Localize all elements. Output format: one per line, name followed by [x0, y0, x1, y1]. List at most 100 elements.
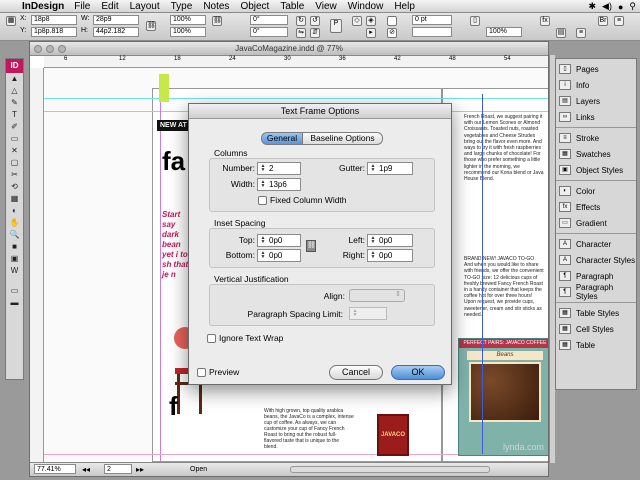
apply-color-icon[interactable]: W: [6, 265, 23, 277]
bridge-icon[interactable]: Br: [598, 16, 608, 26]
scale-y-field[interactable]: 100%: [170, 27, 206, 37]
pencil-tool-icon[interactable]: ✐: [6, 121, 23, 133]
fill-swatch-icon[interactable]: [387, 16, 397, 26]
selection-tool-icon[interactable]: ▲: [6, 73, 23, 85]
align-dropdown[interactable]: ⇕: [349, 289, 405, 302]
reference-point-icon[interactable]: ▦: [6, 16, 16, 26]
zoom-tool-icon[interactable]: 🔍: [6, 229, 23, 241]
w-field[interactable]: 28p9: [93, 15, 139, 25]
width-field[interactable]: ▲ ▼ 13p6: [257, 178, 301, 191]
menu-edit[interactable]: Edit: [101, 1, 118, 12]
stepper-icon[interactable]: ▲ ▼: [259, 251, 267, 260]
bluetooth-icon[interactable]: ✱: [589, 1, 597, 12]
rectangle-frame-tool-icon[interactable]: ✕: [6, 145, 23, 157]
stroke-type-field[interactable]: [412, 27, 452, 37]
rectangle-tool-icon[interactable]: ▢: [6, 157, 23, 169]
panel-info[interactable]: i Info: [556, 77, 636, 93]
bottom-inset-field[interactable]: ▲ ▼ 0p0: [257, 249, 301, 262]
panel-color[interactable]: ◐ Color: [556, 183, 636, 199]
x-field[interactable]: 18p8: [31, 15, 77, 25]
control-panel-menu-icon[interactable]: ≡: [614, 16, 624, 26]
line-tool-icon[interactable]: ▭: [6, 133, 23, 145]
fill-stroke-icon[interactable]: ■: [6, 241, 23, 253]
first-page-icon[interactable]: ◂◂: [82, 463, 90, 476]
right-inset-field[interactable]: ▲ ▼ 0p0: [367, 249, 413, 262]
menu-help[interactable]: Help: [394, 1, 415, 12]
align-icon[interactable]: ≡: [576, 28, 586, 38]
link-inset-icon[interactable]: ⛓: [306, 240, 316, 252]
constrain-scale-icon[interactable]: ⛓: [212, 16, 222, 26]
rotate-tool-icon[interactable]: ⟲: [6, 181, 23, 193]
stepper-icon[interactable]: ▲ ▼: [259, 164, 267, 173]
scissors-tool-icon[interactable]: ✂: [6, 169, 23, 181]
drop-shadow-icon[interactable]: ▯: [470, 16, 480, 26]
panel-paragraph-styles[interactable]: ¶ Paragraph Styles: [556, 283, 636, 301]
menu-type[interactable]: Type: [171, 1, 193, 12]
panel-character[interactable]: A Character: [556, 236, 636, 252]
tab-baseline-options[interactable]: Baseline Options: [303, 132, 383, 145]
menu-app-name[interactable]: InDesign: [22, 1, 64, 12]
text-wrap-icon[interactable]: ▤: [556, 28, 566, 38]
menu-table[interactable]: Table: [280, 1, 304, 12]
flip-vertical-icon[interactable]: ⇵: [310, 28, 320, 38]
javaco-product-box[interactable]: JAVACO: [377, 414, 409, 456]
panel-stroke[interactable]: ≡ Stroke: [556, 130, 636, 146]
menu-notes[interactable]: Notes: [203, 1, 229, 12]
zoom-level-field[interactable]: 77.41%: [34, 464, 76, 474]
stepper-icon[interactable]: ▲ ▼: [259, 180, 267, 189]
stroke-weight-field[interactable]: 0 pt: [412, 15, 452, 25]
normal-view-icon[interactable]: ▭: [6, 285, 23, 297]
stepper-icon[interactable]: ▲ ▼: [369, 236, 377, 245]
panel-layers[interactable]: ▤ Layers: [556, 93, 636, 109]
preview-checkbox[interactable]: [197, 368, 206, 377]
top-inset-field[interactable]: ▲ ▼ 0p0: [257, 234, 301, 247]
panel-paragraph[interactable]: ¶ Paragraph: [556, 268, 636, 284]
constrain-proportions-icon[interactable]: ⛓: [146, 21, 156, 31]
panel-table-styles[interactable]: ▦ Table Styles: [556, 305, 636, 321]
pen-tool-icon[interactable]: ✎: [6, 97, 23, 109]
bottom-column-text[interactable]: With high grown, top quality arabica bea…: [264, 408, 354, 452]
menu-file[interactable]: File: [74, 1, 90, 12]
rotate-ccw-icon[interactable]: ↺: [310, 16, 320, 26]
h-field[interactable]: 44p2.182: [93, 27, 139, 37]
select-next-icon[interactable]: ▸: [366, 28, 376, 38]
direct-selection-tool-icon[interactable]: △: [6, 85, 23, 97]
headline-text[interactable]: fa: [162, 146, 185, 177]
vertical-ruler[interactable]: [30, 68, 44, 462]
cancel-button[interactable]: Cancel: [329, 365, 383, 380]
ignore-text-wrap-checkbox[interactable]: [207, 334, 216, 343]
panel-pages[interactable]: ▯ Pages: [556, 61, 636, 77]
perfect-pairs-box[interactable]: PERFECT PAIRS: JAVACO COFFEE Beans: [458, 338, 548, 456]
stroke-swatch-icon[interactable]: ⊘: [387, 28, 397, 38]
spotlight-icon[interactable]: ⚲: [629, 1, 636, 12]
rotation-field[interactable]: 0°: [250, 15, 288, 25]
panel-links[interactable]: ∞ Links: [556, 109, 636, 125]
panel-cell-styles[interactable]: ▦ Cell Styles: [556, 321, 636, 337]
page-number-field[interactable]: 2: [104, 464, 132, 474]
panel-table[interactable]: ▦ Table: [556, 337, 636, 353]
panel-effects[interactable]: fx Effects: [556, 199, 636, 215]
flip-horizontal-icon[interactable]: ⇋: [296, 28, 306, 38]
volume-icon[interactable]: ◀): [602, 1, 612, 12]
note-tool-icon[interactable]: ◐: [6, 205, 23, 217]
panel-gradient[interactable]: ▭ Gradient: [556, 215, 636, 231]
fixed-column-width-checkbox[interactable]: [258, 196, 267, 205]
shear-field[interactable]: 0°: [250, 27, 288, 37]
horizontal-scrollbar[interactable]: [290, 466, 490, 473]
brand-new-text[interactable]: BRAND NEW! JAVACO TO-GO And when you wou…: [464, 256, 544, 336]
number-field[interactable]: ▲ ▼ 2: [257, 162, 301, 175]
preview-mode-icon[interactable]: ▬: [6, 297, 23, 309]
user-icon[interactable]: ●: [618, 2, 623, 12]
opacity-field[interactable]: 100%: [486, 27, 522, 37]
type-tool-icon[interactable]: T: [6, 109, 23, 121]
stepper-icon[interactable]: ▲ ▼: [259, 236, 267, 245]
panel-swatches[interactable]: ▦ Swatches: [556, 146, 636, 162]
scale-x-field[interactable]: 100%: [170, 15, 206, 25]
formatting-affects-icon[interactable]: ▣: [6, 253, 23, 265]
tab-general[interactable]: General: [261, 132, 303, 145]
green-tab-shape[interactable]: [159, 74, 169, 102]
gutter-field[interactable]: ▲ ▼ 1p9: [367, 162, 413, 175]
right-column-text[interactable]: French Roast, we suggest pairing it with…: [464, 114, 544, 252]
hand-tool-icon[interactable]: ✋: [6, 217, 23, 229]
select-content-icon[interactable]: ◈: [366, 16, 376, 26]
